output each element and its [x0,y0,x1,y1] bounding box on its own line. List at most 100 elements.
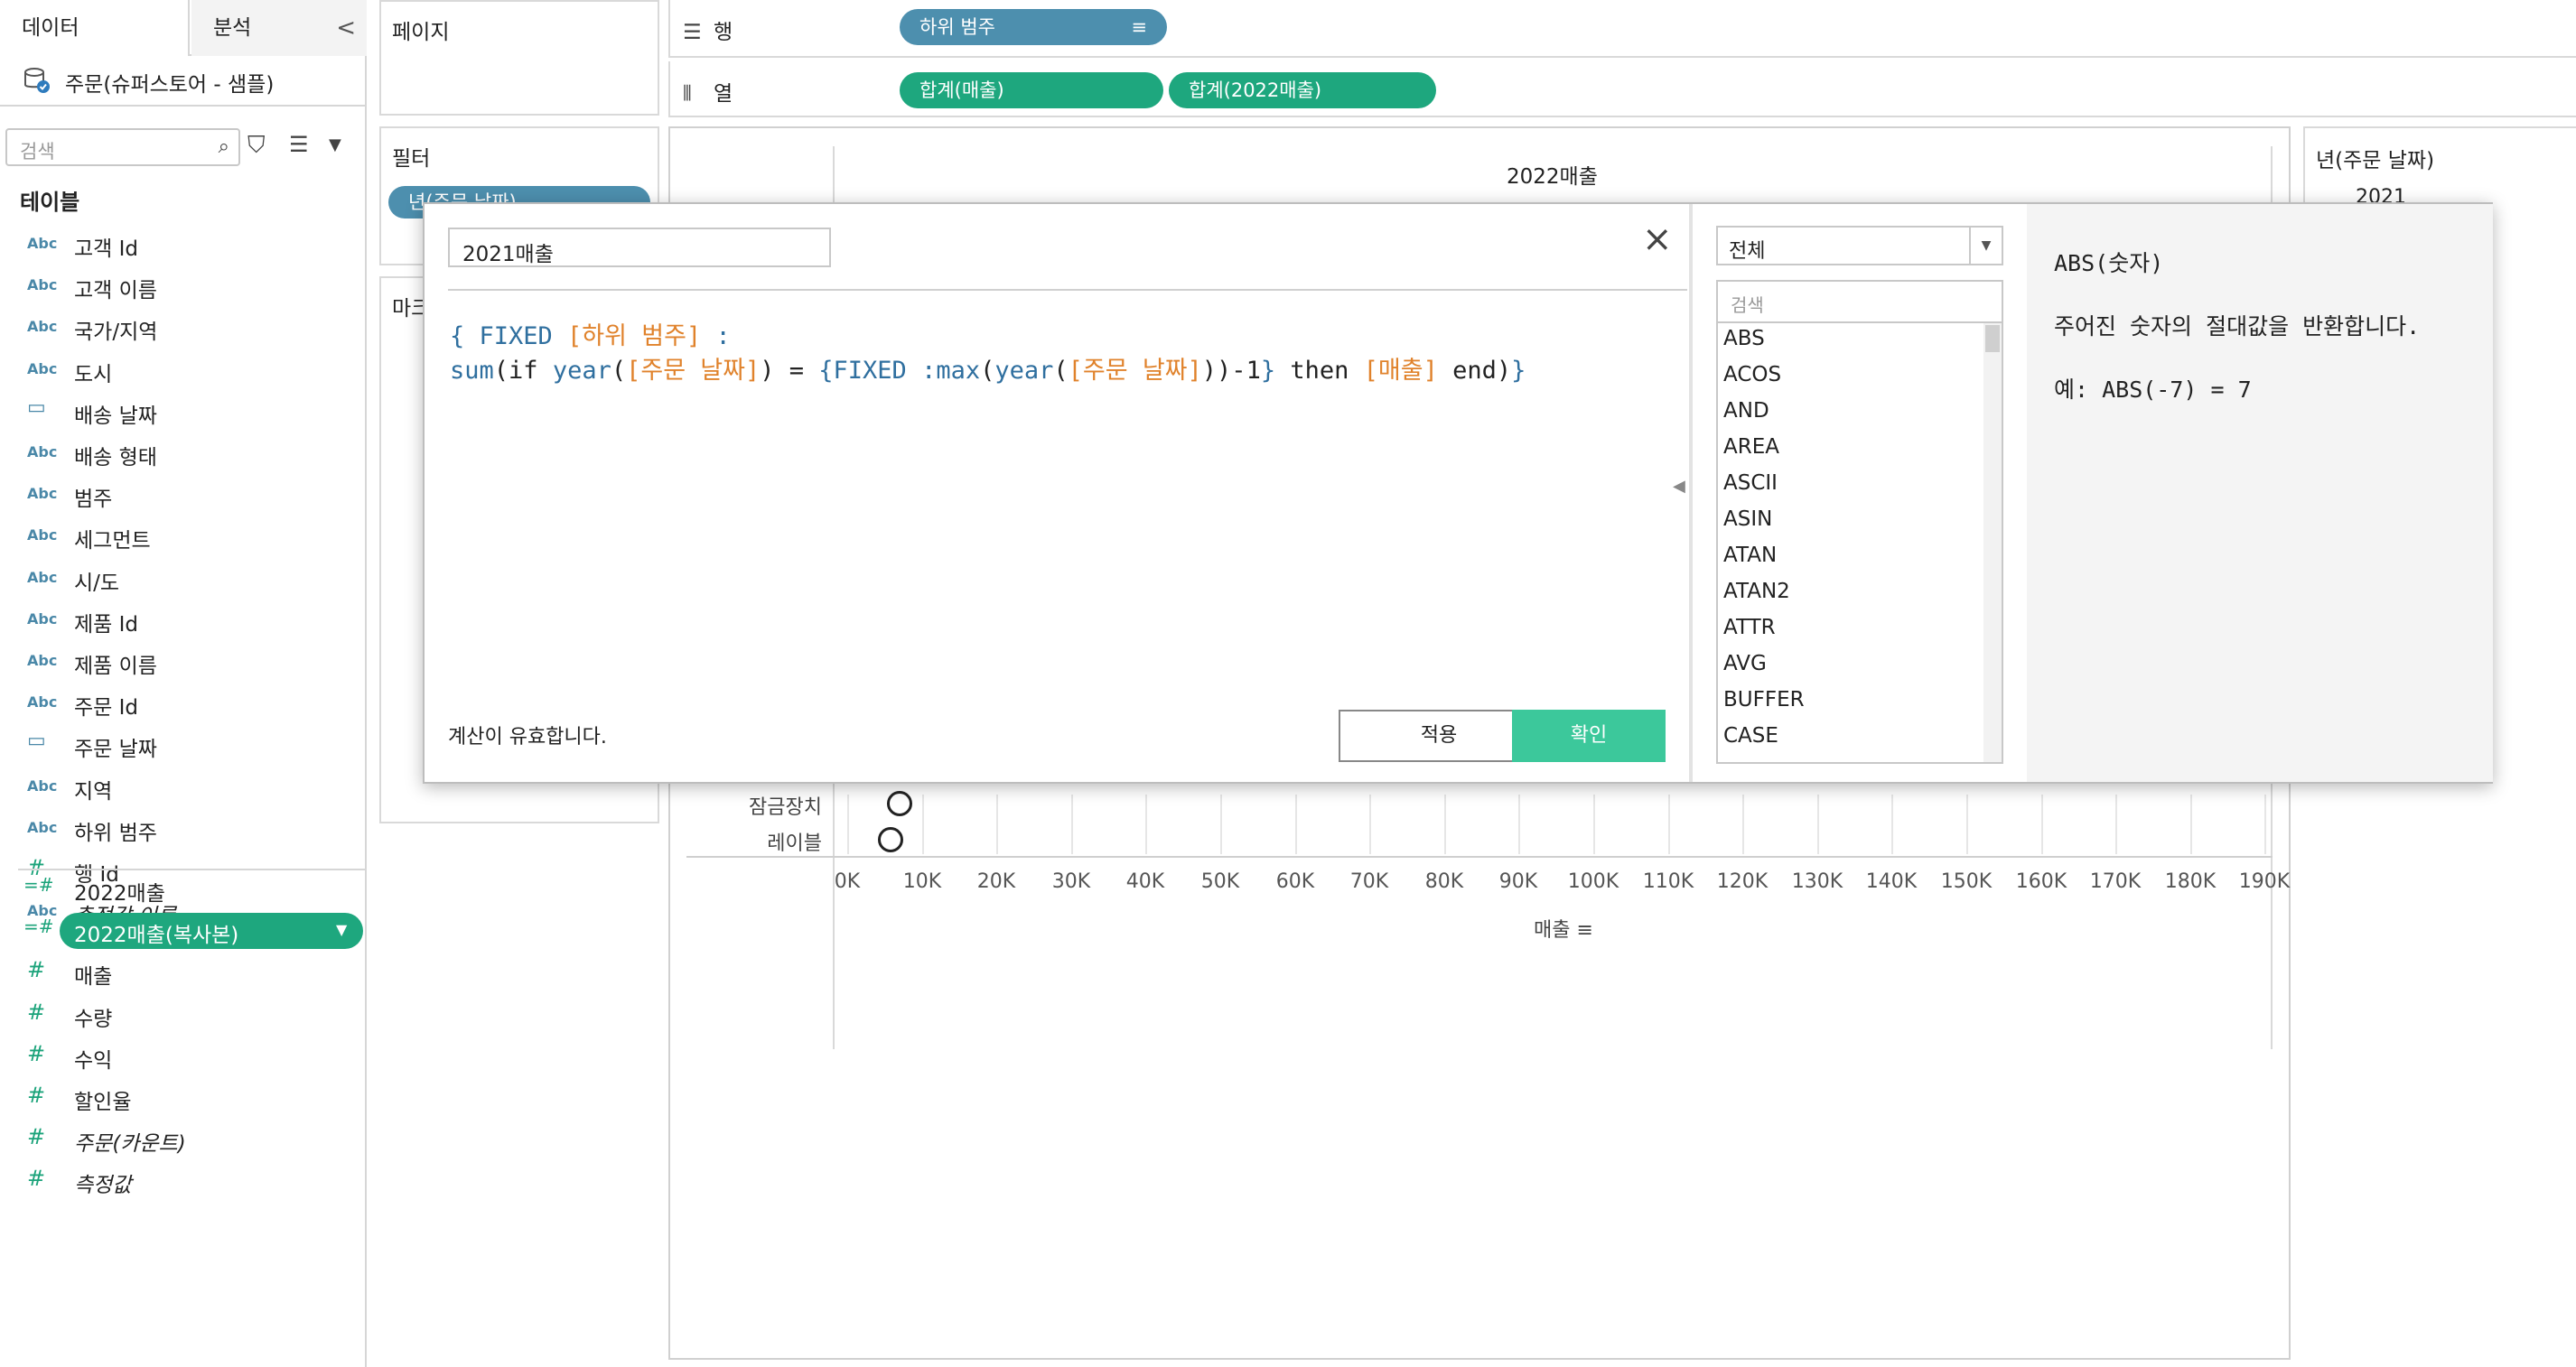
ok-button[interactable]: 확인 [1512,710,1666,762]
filter-icon[interactable]: ⛉ [247,132,266,160]
string-type-icon: Abc [27,360,58,377]
field-item[interactable]: # 수익 [0,1037,367,1074]
function-list[interactable]: ABS ACOS AND AREA ASCII ASIN ATAN ATAN2 ATTR AVG B… [1716,321,2003,764]
field-name: 매출 [74,965,113,989]
field-item[interactable]: Abc 배송 형태 [0,434,367,470]
rows-pill-subcategory[interactable]: 하위 범주 ≡ [900,9,1167,45]
field-item[interactable]: =# 2022매출 [0,870,367,907]
axis-tick-label: 150K [1940,870,1993,893]
chevron-down-icon[interactable]: ▼ [329,135,341,154]
function-list-item[interactable]: AND [1723,399,1769,423]
axis-tick-label: 10K [902,870,942,893]
field-item[interactable]: Abc 도시 [0,351,367,387]
axis-tick-label: 140K [1865,870,1918,893]
field-item[interactable]: ▭ 주문 날짜 [0,726,367,762]
field-name: 주문 Id [74,696,139,720]
field-item[interactable]: # 수량 [0,996,367,1032]
number-type-icon: # [27,1083,46,1108]
function-help-panel: ABS(숫자) 주어진 숫자의 절대값을 반환합니다. 예: ABS(-7) =… [2027,204,2493,782]
formula-line-1[interactable]: { FIXED [하위 범주] : [450,316,731,351]
function-list-item[interactable]: BUFFER [1723,688,1805,711]
dialog-vertical-divider [1689,204,1693,782]
function-search-input[interactable]: 검색 [1716,280,2003,321]
function-list-item[interactable]: ASIN [1723,507,1772,531]
function-list-item[interactable]: ASCII [1723,471,1778,495]
field-item[interactable]: Abc 제품 Id [0,601,367,637]
gridline [1295,795,1297,854]
field-item[interactable]: Abc 고객 이름 [0,267,367,303]
function-list-item[interactable]: ATAN [1723,544,1777,567]
field-item[interactable]: Abc 시/도 [0,560,367,596]
field-item[interactable]: # 매출 [0,953,367,990]
field-item[interactable]: Abc 범주 [0,476,367,512]
field-name: 수량 [74,1008,113,1031]
row-label-locks[interactable]: 잠금장치 [668,791,822,820]
field-item[interactable]: # 할인율 [0,1079,367,1115]
gridline [996,795,998,854]
rows-shelf[interactable]: ☰ 행 하위 범주 ≡ [668,0,2576,58]
field-name: 주문(카운트) [74,1132,186,1156]
function-list-item[interactable]: ABS [1723,327,1765,350]
field-item[interactable]: # 주문(카운트) [0,1121,367,1157]
formula-token: [하위 범주] [567,322,702,350]
field-item[interactable]: Abc 제품 이름 [0,643,367,679]
datasource-row[interactable]: 주문(슈퍼스토어 - 샘플) [0,56,367,107]
field-name: 시/도 [74,572,120,595]
columns-pill-sum-sales[interactable]: 합계(매출) [900,72,1163,108]
field-item[interactable]: Abc 지역 [0,768,367,804]
field-item[interactable]: Abc 고객 Id [0,226,367,262]
formula-token: ( [980,357,995,385]
pages-card[interactable]: 페이지 [379,0,659,116]
axis-title[interactable]: 매출 ≡ [1534,914,1593,943]
sort-icon: ≡ [1576,919,1593,942]
field-name: 할인율 [74,1091,132,1114]
axis-tick-label: 70K [1349,870,1389,893]
formula-line-2[interactable]: sum(if year([주문 날짜]) = {FIXED :max(year(… [450,350,1526,386]
field-name: 배송 날짜 [74,405,157,428]
field-search-input[interactable]: 검색 ⌕ [5,128,240,166]
collapse-pane-icon[interactable]: < [336,0,356,56]
tab-data[interactable]: 데이터 [0,0,190,56]
field-item[interactable]: # 측정값 [0,1162,367,1198]
chevron-down-icon[interactable]: ▼ [1969,228,2002,264]
collapse-function-panel-icon[interactable]: ◀ [1673,477,1685,496]
apply-button[interactable]: 적용 [1339,710,1539,762]
formula-token: (if [493,357,553,385]
gridline [1891,795,1893,854]
field-item[interactable]: ▭ 배송 날짜 [0,393,367,429]
function-list-item[interactable]: ACOS [1723,363,1781,386]
gridline [2041,795,2043,854]
calculated-field-icon: =# [23,916,54,937]
legend-title: 년(주문 날짜) [2316,149,2435,172]
axis-tick-label: 20K [976,870,1016,893]
gridline [1593,795,1595,854]
mark-circle-locks[interactable] [887,791,912,816]
string-type-icon: Abc [27,443,58,460]
field-name: 배송 형태 [74,446,157,470]
list-view-icon[interactable]: ☰ [289,132,309,157]
columns-shelf[interactable]: ⫴ 열 합계(매출) 합계(2022매출) [668,61,2576,117]
chevron-down-icon[interactable]: ▼ [336,921,347,938]
field-item[interactable]: Abc 주문 Id [0,684,367,721]
function-list-scrollbar[interactable] [1983,323,2002,762]
function-list-item[interactable]: ATTR [1723,616,1776,639]
function-category-select[interactable]: 전체 ▼ [1716,226,2003,265]
axis-tick-label: 90K [1498,870,1538,893]
field-item-selected[interactable]: =# 2022매출(복사본) ▼ [0,912,367,949]
rows-icon: ☰ [683,21,702,44]
field-item[interactable]: Abc 국가/지역 [0,309,367,345]
mark-circle-labels[interactable] [878,827,903,852]
row-label-labels[interactable]: 레이블 [668,827,822,856]
scrollbar-thumb[interactable] [1985,325,2000,352]
function-list-item[interactable]: AREA [1723,435,1779,459]
function-list-item[interactable]: ATAN2 [1723,580,1790,603]
close-icon[interactable]: × [1642,219,1673,260]
columns-pill-sum-2022-sales[interactable]: 합계(2022매출) [1169,72,1436,108]
function-list-item[interactable]: CASE [1723,724,1778,748]
field-item[interactable]: Abc 하위 범주 [0,810,367,846]
axis-tick-label: 170K [2089,870,2142,893]
function-list-item[interactable]: AVG [1723,652,1767,675]
field-name: 제품 이름 [74,655,157,678]
calc-name-input[interactable]: 2021매출 [448,228,831,267]
field-item[interactable]: Abc 세그먼트 [0,517,367,553]
